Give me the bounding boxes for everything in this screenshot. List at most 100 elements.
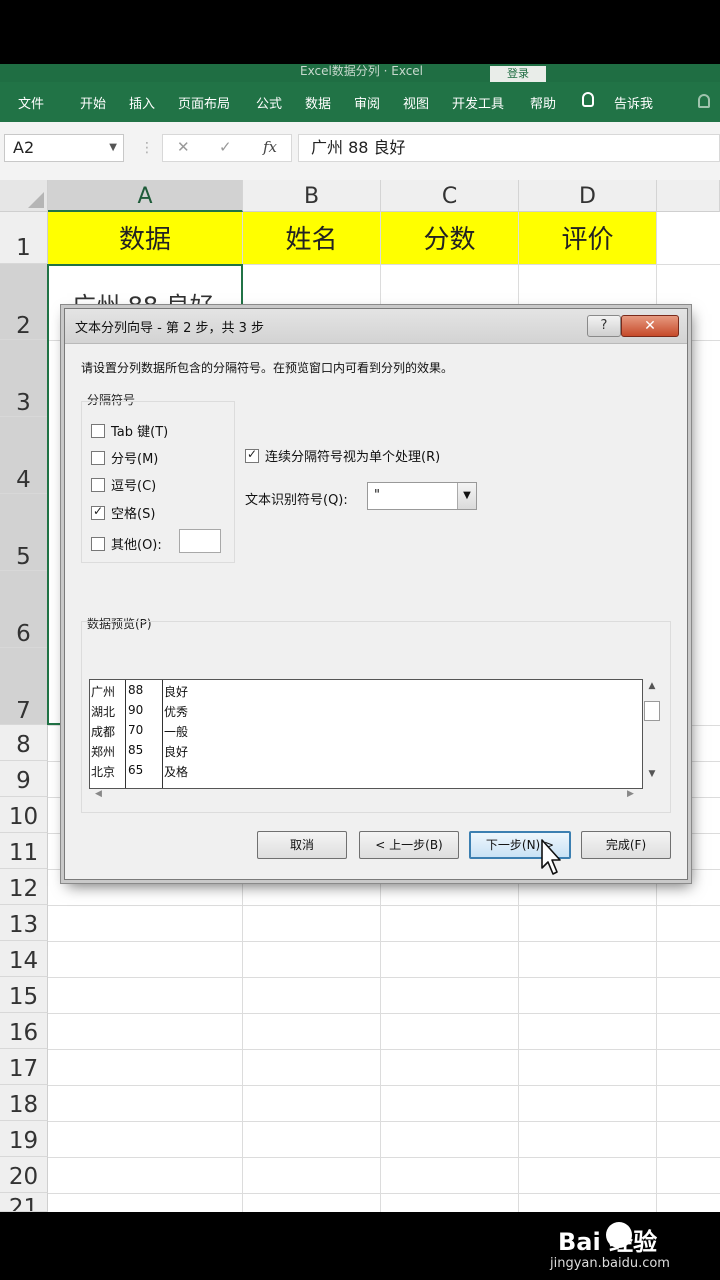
cell-c1[interactable]: 分数 — [381, 212, 518, 264]
dialog-title: 文本分列向导 - 第 2 步，共 3 步 — [75, 321, 265, 336]
checkbox-icon[interactable] — [91, 424, 105, 438]
semicolon-checkbox-label: 分号(M) — [111, 452, 159, 467]
cell-d1[interactable]: 评价 — [519, 212, 656, 264]
other-delimiter-input[interactable] — [179, 529, 221, 553]
column-header-a[interactable]: A — [48, 180, 243, 212]
baidu-paw-logo — [606, 1222, 632, 1248]
chevron-down-icon[interactable]: ▼ — [109, 135, 117, 161]
row-header[interactable]: 15 — [0, 977, 48, 1013]
row-header[interactable]: 19 — [0, 1121, 48, 1157]
tab-file[interactable]: 文件 — [18, 93, 44, 112]
column-header-c[interactable]: C — [381, 180, 519, 212]
text-qualifier-select[interactable]: " ▼ — [367, 482, 477, 510]
scroll-up-icon[interactable]: ▲ — [643, 681, 661, 691]
checkbox-icon[interactable] — [91, 451, 105, 465]
row-header[interactable]: 10 — [0, 797, 48, 833]
share-person-icon[interactable] — [698, 94, 710, 108]
name-box[interactable]: A2 ▼ — [4, 134, 124, 162]
tell-me-search[interactable]: 告诉我 — [614, 93, 653, 112]
checkbox-icon[interactable] — [91, 478, 105, 492]
checkbox-icon[interactable] — [91, 537, 105, 551]
row-header[interactable]: 4 — [0, 417, 48, 494]
tab-checkbox-label: Tab 键(T) — [111, 425, 169, 440]
checkbox-checked-icon[interactable] — [245, 447, 259, 463]
tab-review[interactable]: 审阅 — [354, 93, 380, 112]
scroll-left-icon[interactable]: ◀ — [95, 789, 102, 799]
data-preview[interactable]: 广州 88 良好 湖北 90 优秀 成都 70 一般 郑州 85 良好 北京 6… — [89, 679, 643, 789]
space-checkbox[interactable]: 空格(S) — [91, 503, 155, 522]
grid-line — [48, 1013, 720, 1014]
row-header[interactable]: 11 — [0, 833, 48, 869]
row-header[interactable]: 3 — [0, 340, 48, 417]
scroll-right-icon[interactable]: ▶ — [627, 789, 634, 799]
row-header[interactable]: 9 — [0, 761, 48, 797]
row-header[interactable]: 2 — [0, 264, 48, 340]
preview-cell: 85 — [128, 743, 144, 757]
cell-a1[interactable]: 数据 — [48, 212, 242, 264]
comma-checkbox[interactable]: 逗号(C) — [91, 475, 156, 494]
row-header[interactable]: 18 — [0, 1085, 48, 1121]
scroll-thumb[interactable] — [644, 701, 660, 721]
cancel-icon[interactable]: ✕ — [177, 138, 190, 156]
row-header[interactable]: 1 — [0, 212, 48, 264]
column-header-d[interactable]: D — [519, 180, 657, 212]
tab-data[interactable]: 数据 — [305, 93, 331, 112]
chevron-down-icon[interactable]: ▼ — [457, 483, 476, 509]
tab-help[interactable]: 帮助 — [530, 93, 556, 112]
cell-b1[interactable]: 姓名 — [243, 212, 380, 264]
row-header[interactable]: 20 — [0, 1157, 48, 1193]
row-header[interactable]: 16 — [0, 1013, 48, 1049]
cancel-button[interactable]: 取消 — [257, 831, 347, 859]
row-header[interactable]: 6 — [0, 571, 48, 648]
preview-row: 成都 70 一般 — [90, 720, 642, 740]
close-button[interactable]: ✕ — [621, 315, 679, 337]
row-header[interactable]: 5 — [0, 494, 48, 571]
check-icon[interactable]: ✓ — [219, 138, 232, 156]
tab-developer[interactable]: 开发工具 — [452, 93, 504, 112]
dialog-title-bar[interactable]: 文本分列向导 - 第 2 步，共 3 步 ? ✕ — [65, 309, 687, 344]
column-header-b[interactable]: B — [243, 180, 381, 212]
grid-line — [48, 1193, 720, 1194]
preview-cell: 良好 — [164, 685, 189, 699]
column-header-e[interactable] — [657, 180, 720, 212]
tab-insert[interactable]: 插入 — [129, 93, 155, 112]
other-checkbox[interactable]: 其他(O): — [91, 534, 162, 553]
tab-home[interactable]: 开始 — [80, 93, 106, 112]
row-header[interactable]: 17 — [0, 1049, 48, 1085]
consecutive-checkbox[interactable]: 连续分隔符号视为单个处理(R) — [245, 446, 440, 465]
grid-line — [48, 1121, 720, 1122]
preview-row: 郑州 85 良好 — [90, 740, 642, 760]
ribbon-tabs: 文件 开始 插入 页面布局 公式 数据 审阅 视图 开发工具 帮助 告诉我 — [0, 82, 720, 122]
select-all-corner[interactable] — [0, 180, 48, 212]
help-button[interactable]: ? — [587, 315, 621, 337]
grid-line — [48, 1157, 720, 1158]
row-header[interactable]: 13 — [0, 905, 48, 941]
preview-cell: 广州 — [91, 685, 116, 699]
tab-checkbox[interactable]: Tab 键(T) — [91, 421, 168, 440]
preview-vertical-scrollbar[interactable]: ▲ ▼ — [643, 679, 661, 787]
tab-view[interactable]: 视图 — [403, 93, 429, 112]
fx-icon[interactable]: fx — [263, 138, 277, 156]
preview-cell: 65 — [128, 763, 144, 777]
checkbox-checked-icon[interactable] — [91, 504, 105, 520]
finish-button[interactable]: 完成(F) — [581, 831, 671, 859]
row-header[interactable]: 12 — [0, 869, 48, 905]
text-qualifier-label: 文本识别符号(Q): — [245, 493, 348, 508]
row-header[interactable]: 8 — [0, 725, 48, 761]
sign-in-button[interactable]: 登录 — [490, 66, 546, 82]
preview-cell: 70 — [128, 723, 144, 737]
tab-page-layout[interactable]: 页面布局 — [178, 93, 230, 112]
scroll-down-icon[interactable]: ▼ — [643, 769, 661, 779]
grid-line — [48, 1049, 720, 1050]
preview-cell: 北京 — [91, 765, 116, 779]
preview-horizontal-scrollbar[interactable]: ◀ ▶ — [89, 787, 641, 803]
formula-input[interactable]: 广州 88 良好 — [298, 134, 720, 162]
name-box-value: A2 — [13, 138, 35, 157]
back-button[interactable]: < 上一步(B) — [359, 831, 459, 859]
row-header[interactable]: 14 — [0, 941, 48, 977]
semicolon-checkbox[interactable]: 分号(M) — [91, 448, 158, 467]
tab-formulas[interactable]: 公式 — [256, 93, 282, 112]
row-header[interactable]: 7 — [0, 648, 48, 725]
formula-buttons: ✕ ✓ fx — [162, 134, 292, 162]
row-header[interactable]: 21 — [0, 1193, 48, 1212]
